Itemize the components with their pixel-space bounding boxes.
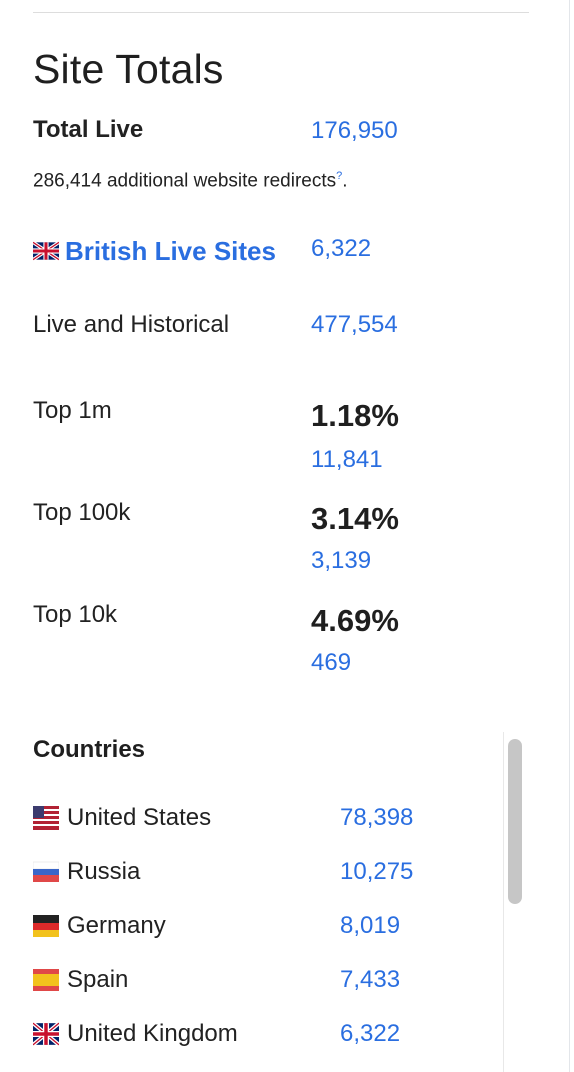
- top-10k-count[interactable]: 469: [311, 649, 351, 677]
- country-name: United States: [67, 804, 212, 831]
- top-1m-percent: 1.18%: [311, 398, 399, 433]
- germany-flag-icon: [33, 914, 59, 938]
- uk-flag-icon: [31, 1021, 61, 1047]
- top-divider: [33, 12, 529, 13]
- spain-flag-icon: [33, 968, 59, 992]
- redirects-note: 286,414 additional website redirects?.: [33, 170, 348, 192]
- panel-right-border: [569, 0, 570, 1072]
- top-10k-percent: 4.69%: [311, 603, 399, 638]
- live-historical-value[interactable]: 477,554: [311, 311, 398, 339]
- page-title: Site Totals: [33, 46, 224, 92]
- country-row-germany[interactable]: Germany 8,019: [33, 908, 493, 944]
- country-name: Russia: [67, 858, 141, 885]
- british-live-label: British Live Sites: [65, 236, 276, 266]
- russia-flag-icon: [32, 860, 60, 884]
- country-count[interactable]: 8,019: [340, 912, 400, 940]
- country-count[interactable]: 78,398: [340, 804, 413, 832]
- top-100k-label: Top 100k: [33, 499, 131, 526]
- top-100k-percent: 3.14%: [311, 501, 399, 536]
- country-count[interactable]: 6,322: [340, 1020, 400, 1048]
- countries-panel[interactable]: Countries United States 78,398 Russia 10…: [31, 730, 530, 1072]
- country-count[interactable]: 10,275: [340, 858, 413, 886]
- british-live-sites-link[interactable]: British Live Sites: [32, 232, 283, 272]
- top-100k-count[interactable]: 3,139: [311, 547, 371, 575]
- total-live-value[interactable]: 176,950: [311, 117, 398, 145]
- country-row-spain[interactable]: Spain 7,433: [33, 962, 493, 998]
- country-name: Germany: [67, 912, 166, 939]
- countries-scrollbar-thumb[interactable]: [508, 739, 522, 904]
- total-live-label: Total Live: [33, 116, 144, 143]
- top-1m-count[interactable]: 11,841: [311, 446, 383, 474]
- us-flag-icon: [33, 806, 59, 830]
- country-count[interactable]: 7,433: [340, 966, 400, 994]
- british-live-value[interactable]: 6,322: [311, 235, 371, 263]
- country-row-united-states[interactable]: United States 78,398: [33, 800, 493, 836]
- top-1m-label: Top 1m: [33, 397, 112, 424]
- country-row-united-kingdom[interactable]: United Kingdom 6,322: [31, 1016, 493, 1052]
- live-historical-label: Live and Historical: [33, 311, 230, 338]
- redirects-suffix: .: [342, 170, 348, 192]
- redirects-text: 286,414 additional website redirects: [33, 170, 337, 192]
- uk-flag-icon: [32, 234, 60, 272]
- country-row-russia[interactable]: Russia 10,275: [32, 854, 493, 890]
- country-name: Spain: [67, 966, 129, 993]
- country-name: United Kingdom: [67, 1020, 238, 1047]
- countries-title: Countries: [33, 736, 146, 763]
- top-10k-label: Top 10k: [33, 601, 118, 628]
